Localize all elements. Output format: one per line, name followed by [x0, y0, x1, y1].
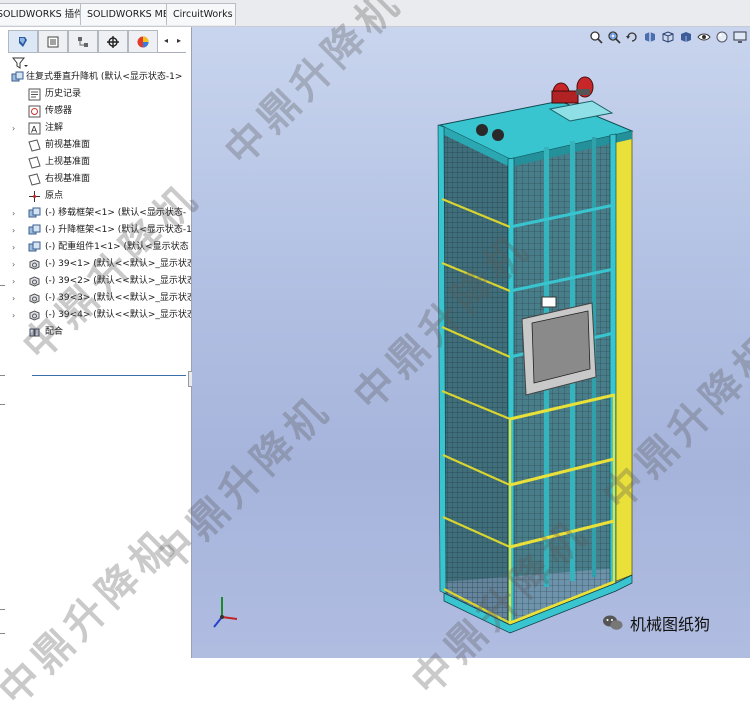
part-icon — [29, 310, 40, 321]
wechat-icon — [603, 615, 623, 630]
tree-item-label: 配合 — [45, 327, 64, 337]
annotation-icon: A — [28, 122, 41, 135]
elevator-3d-model[interactable] — [192, 27, 750, 658]
tree-item-label: 历史记录 — [45, 89, 82, 99]
part-icon — [29, 259, 40, 270]
feature-tree-icon — [19, 36, 27, 47]
sheave-right — [492, 129, 504, 141]
tree-root-assembly[interactable]: 往复式垂直升降机 (默认<显示状态-1> — [0, 69, 191, 86]
tree-item[interactable]: 配合 — [0, 324, 191, 341]
brand-label: 机械图纸狗 — [630, 615, 711, 634]
panel-edge-tick — [0, 375, 5, 376]
tree-item[interactable]: › (-) 升降框架<1> (默认<显示状态-1 — [0, 222, 191, 239]
subassembly-icon — [28, 224, 41, 235]
panel-edge-tick — [0, 404, 5, 405]
tree-filter[interactable] — [11, 55, 182, 69]
manager-tabs: ◂ ▸ — [8, 30, 186, 53]
tab-scroll-left-button[interactable]: ◂ — [161, 34, 171, 48]
display-manager-tab[interactable] — [128, 30, 158, 53]
graphics-viewport[interactable] — [192, 27, 750, 658]
part-icon — [29, 276, 40, 287]
tree-item-label: 注解 — [45, 123, 64, 133]
tab-solidworks-mbd[interactable]: SOLIDWORKS MBD — [80, 3, 177, 25]
assembly-icon — [11, 71, 24, 82]
subassembly-icon — [28, 207, 41, 218]
property-manager-tab[interactable] — [38, 30, 68, 53]
carriage-sign — [541, 296, 557, 308]
tree-item[interactable]: › (-) 39<4> (默认<<默认>_显示状态 — [0, 307, 191, 324]
configuration-manager-tab[interactable] — [68, 30, 98, 53]
tree-item-label: 右视基准面 — [45, 174, 91, 184]
tree-item-label: (-) 39<3> (默认<<默认>_显示状态 — [45, 293, 191, 303]
tree-item[interactable]: › (-) 39<1> (默认<<默认>_显示状态 — [0, 256, 191, 273]
panel-edge-tick — [0, 609, 5, 610]
expand-chevron-icon[interactable]: › — [12, 205, 20, 222]
right-yellow-panel — [613, 130, 633, 583]
tree-item-label: (-) 移载框架<1> (默认<显示状态- — [45, 208, 187, 218]
sensor-icon — [28, 105, 41, 118]
appearance-icon — [137, 36, 149, 47]
svg-text:A: A — [31, 126, 38, 136]
property-list-icon — [47, 36, 59, 47]
tree-item-label: 原点 — [45, 191, 64, 201]
expand-chevron-icon[interactable]: › — [12, 256, 20, 273]
panel-edge-tick — [0, 285, 5, 286]
expand-chevron-icon[interactable]: › — [12, 273, 20, 290]
coordinate-triad — [213, 597, 238, 628]
origin-icon — [29, 191, 40, 202]
panel-edge-tick — [0, 633, 5, 634]
tree-item[interactable]: › (-) 移载框架<1> (默认<显示状态- — [0, 205, 191, 222]
tree-item-label: (-) 39<1> (默认<<默认>_显示状态 — [45, 259, 191, 269]
tree-item[interactable]: 传感器 — [0, 103, 191, 120]
mates-icon — [29, 328, 40, 337]
tree-item[interactable]: 右视基准面 — [0, 171, 191, 188]
tab-circuitworks[interactable]: CircuitWorks — [166, 3, 236, 25]
dimxpert-tab[interactable] — [98, 30, 128, 53]
left-face-mesh-bg — [440, 125, 510, 625]
configuration-icon — [78, 36, 88, 47]
tree-item[interactable]: › (-) 配重组件1<1> (默认<显示状态 — [0, 239, 191, 256]
motor-shaft — [576, 89, 590, 95]
tab-scroll-right-button[interactable]: ▸ — [174, 34, 184, 48]
tree-item[interactable]: 前视基准面 — [0, 137, 191, 154]
command-manager-tab-strip: SOLIDWORKS 插件 SOLIDWORKS MBD CircuitWork… — [0, 0, 750, 27]
plane-icon — [28, 156, 41, 169]
sheave-left — [476, 124, 488, 136]
history-icon — [28, 88, 41, 101]
tree-root-label: 往复式垂直升降机 (默认<显示状态-1> — [26, 72, 183, 82]
tree-item[interactable]: › (-) 39<2> (默认<<默认>_显示状态 — [0, 273, 191, 290]
tree-item[interactable]: 原点 — [0, 188, 191, 205]
expand-chevron-icon[interactable]: › — [12, 307, 20, 324]
expand-chevron-icon[interactable]: › — [12, 222, 20, 239]
expand-chevron-icon[interactable]: › — [12, 120, 20, 137]
tree-item-label: (-) 39<4> (默认<<默认>_显示状态 — [45, 310, 191, 320]
feature-manager-tab[interactable] — [8, 30, 38, 53]
crosshair-icon — [107, 35, 119, 48]
tree-item-label: 上视基准面 — [45, 157, 91, 167]
part-icon — [29, 293, 40, 304]
tree-item-label: 前视基准面 — [45, 140, 91, 150]
tree-item-label: 传感器 — [45, 106, 73, 116]
wechat-brand-watermark: 机械图纸狗 — [602, 611, 710, 635]
tree-item-label: (-) 配重组件1<1> (默认<显示状态 — [45, 242, 189, 252]
tree-item[interactable]: 上视基准面 — [0, 154, 191, 171]
tree-item[interactable]: › A 注解 — [0, 120, 191, 137]
selection-underline — [32, 375, 186, 376]
plane-icon — [28, 173, 41, 186]
expand-chevron-icon[interactable]: › — [12, 239, 20, 256]
subassembly-icon — [28, 241, 41, 252]
feature-manager-panel: ◂ ▸ 往复式垂直升降机 (默认<显示状态-1> 历史记录传感器 › A 注解前视基准… — [0, 27, 196, 658]
plane-icon — [28, 139, 41, 152]
expand-chevron-icon[interactable]: › — [12, 290, 20, 307]
tree-item-label: (-) 升降框架<1> (默认<显示状态-1 — [45, 225, 191, 235]
tree-item[interactable]: › (-) 39<3> (默认<<默认>_显示状态 — [0, 290, 191, 307]
tree-item-label: (-) 39<2> (默认<<默认>_显示状态 — [45, 276, 191, 286]
motor-body — [551, 90, 579, 104]
tab-solidworks-addins[interactable]: SOLIDWORKS 插件 — [0, 3, 88, 25]
tree-item[interactable]: 历史记录 — [0, 86, 191, 103]
